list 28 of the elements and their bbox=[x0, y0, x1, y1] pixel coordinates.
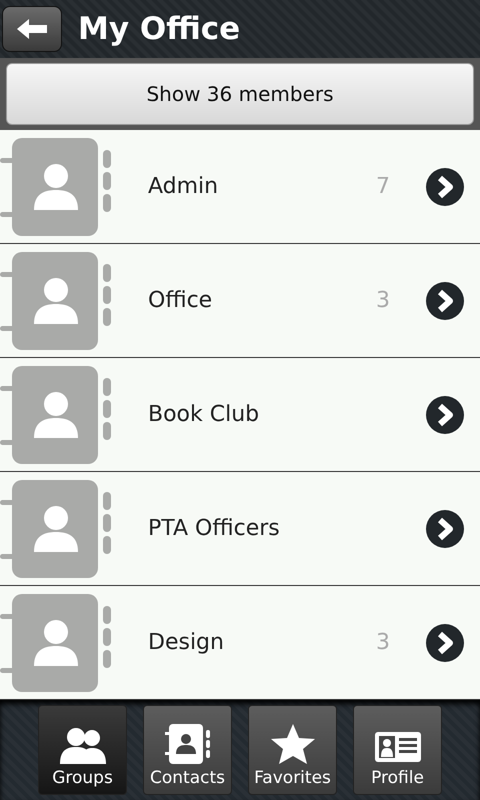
group-name: Book Club bbox=[148, 402, 260, 427]
group-row[interactable]: Office 3 bbox=[0, 244, 480, 358]
back-arrow-icon bbox=[15, 17, 49, 41]
contact-book-icon bbox=[162, 722, 212, 766]
chevron-right-icon[interactable] bbox=[426, 624, 464, 662]
member-count: 3 bbox=[376, 288, 391, 313]
chevron-right-icon[interactable] bbox=[426, 282, 464, 320]
group-name: Design bbox=[148, 630, 225, 655]
group-row[interactable]: Book Club bbox=[0, 358, 480, 472]
back-button[interactable] bbox=[2, 6, 62, 52]
member-count: 3 bbox=[376, 630, 391, 655]
member-count: 7 bbox=[376, 174, 391, 199]
chevron-right-icon[interactable] bbox=[426, 168, 464, 206]
chevron-right-icon[interactable] bbox=[426, 396, 464, 434]
nav-tab[interactable]: Favorites bbox=[248, 705, 337, 795]
group-name: PTA Officers bbox=[148, 516, 281, 541]
group-name: Admin bbox=[148, 174, 220, 199]
people-icon bbox=[58, 726, 108, 766]
group-name: Office bbox=[148, 288, 214, 313]
chevron-right-icon[interactable] bbox=[426, 510, 464, 548]
group-row[interactable]: PTA Officers bbox=[0, 472, 480, 586]
screen-title: My Office bbox=[78, 11, 240, 47]
show-members-button[interactable]: Show 36 members bbox=[6, 63, 474, 125]
nav-tab[interactable]: Contacts bbox=[143, 705, 232, 795]
nav-tab[interactable]: Groups bbox=[38, 705, 127, 795]
group-row[interactable]: Design 3 bbox=[0, 586, 480, 700]
group-row[interactable]: Admin 7 bbox=[0, 130, 480, 244]
nav-tab[interactable]: Profile bbox=[353, 705, 442, 795]
